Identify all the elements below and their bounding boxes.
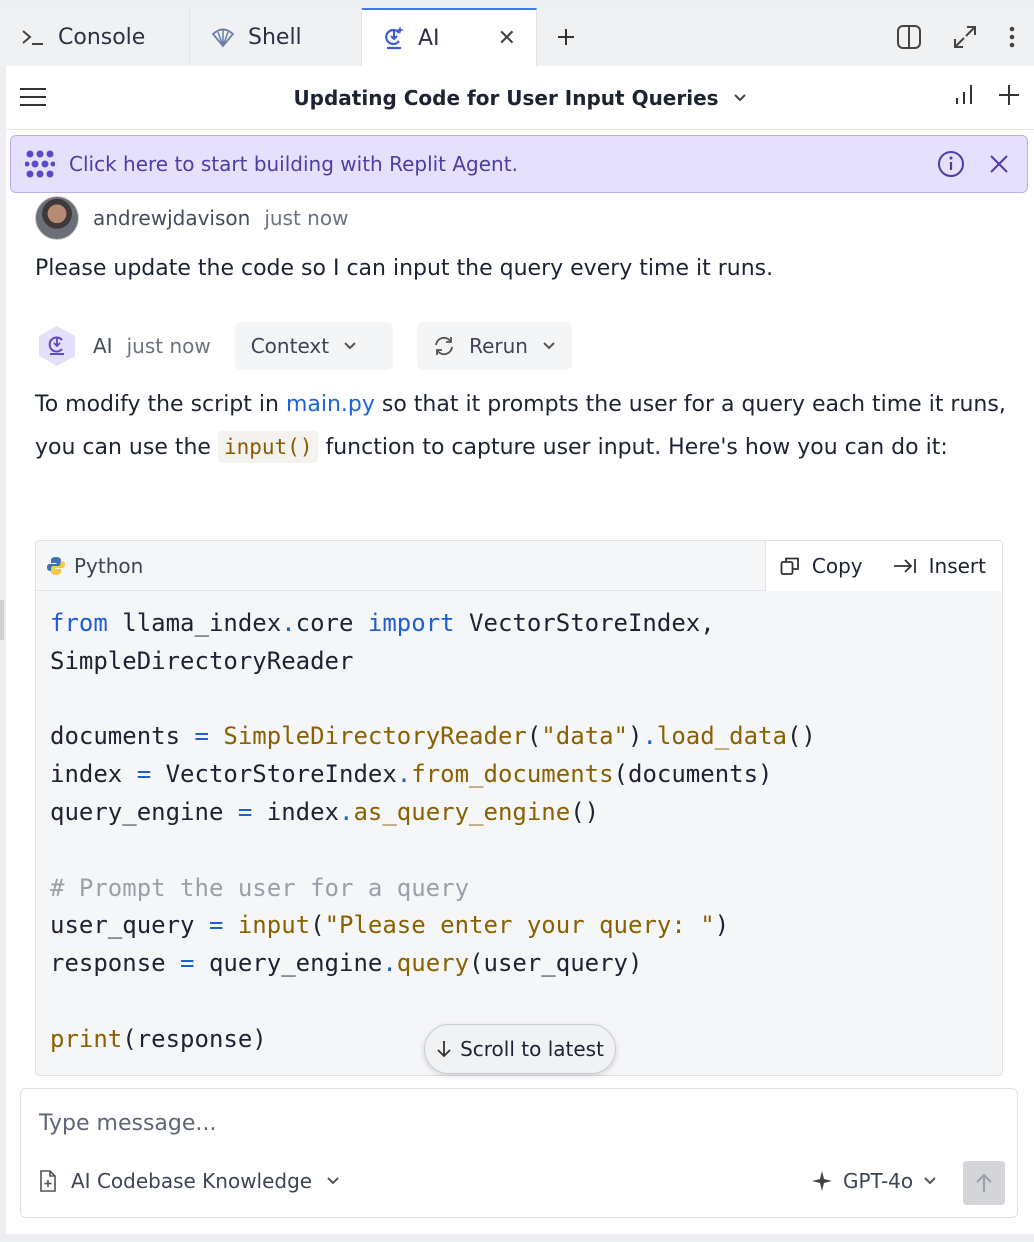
info-icon[interactable] (937, 150, 965, 178)
chevron-down-icon (733, 94, 746, 102)
arrow-down-icon (437, 1041, 451, 1058)
code-block: Python Copy Insert from llama_index.core… (35, 540, 1003, 1076)
tab-console[interactable]: Console (0, 8, 190, 66)
copy-icon (780, 557, 799, 575)
tab-ai-label: AI (418, 25, 440, 51)
chat-header: Updating Code for User Input Queries (6, 66, 1034, 130)
agent-logo-icon (25, 149, 55, 179)
file-icon (40, 1170, 56, 1192)
context-dropdown[interactable]: Context (234, 322, 394, 370)
usage-chart-icon[interactable] (954, 84, 974, 106)
code-block-header: Python Copy Insert (36, 541, 1002, 591)
python-icon (46, 556, 66, 576)
ai-name: AI (93, 334, 113, 358)
ai-text-part: To modify the script in (35, 392, 286, 417)
tab-bar: Console Shell AI ✕ (0, 8, 1034, 66)
ai-message-header: AI just now Context Rerun (35, 322, 572, 370)
copy-button[interactable]: Copy (780, 554, 863, 578)
message-composer: AI Codebase Knowledge GPT-4o (20, 1088, 1018, 1218)
ai-avatar-icon (35, 324, 79, 368)
tab-shell[interactable]: Shell (190, 8, 362, 66)
scroll-to-latest-button[interactable]: Scroll to latest (424, 1024, 616, 1074)
copy-label: Copy (811, 553, 863, 578)
chevron-down-icon (344, 342, 356, 350)
refresh-icon (435, 336, 453, 356)
chat-title-dropdown[interactable]: Updating Code for User Input Queries (6, 66, 1034, 130)
chevron-down-icon (924, 1177, 936, 1185)
rerun-dropdown[interactable]: Rerun (417, 322, 572, 370)
ai-panel: Updating Code for User Input Queries Cli… (6, 66, 1034, 1234)
split-pane-icon[interactable] (896, 24, 922, 50)
scroll-latest-label: Scroll to latest (460, 1037, 604, 1061)
message-input[interactable] (39, 1103, 939, 1143)
banner-text: Click here to start building with Replit… (69, 152, 518, 176)
insert-icon (893, 558, 916, 573)
resize-handle[interactable] (0, 600, 4, 640)
close-banner-icon[interactable] (989, 154, 1009, 174)
inline-code: input() (217, 431, 319, 463)
user-message-header: andrewjdavison just now (35, 196, 348, 240)
tab-console-label: Console (58, 24, 146, 50)
sparkle-icon (812, 1171, 832, 1191)
insert-label: Insert (928, 553, 986, 578)
ai-message-time: just now (126, 334, 211, 358)
plus-icon (558, 29, 574, 45)
terminal-icon (20, 26, 46, 48)
tab-ai[interactable]: AI ✕ (362, 8, 537, 66)
username[interactable]: andrewjdavison (93, 206, 250, 230)
tab-shell-label: Shell (248, 24, 302, 50)
more-options-icon[interactable] (1008, 25, 1016, 49)
user-message-text: Please update the code so I can input th… (35, 256, 774, 281)
chevron-down-icon (543, 342, 555, 350)
model-selector[interactable]: GPT-4o (811, 1169, 937, 1193)
add-tab-button[interactable] (537, 8, 595, 66)
model-label: GPT-4o (843, 1169, 914, 1193)
page-title: Updating Code for User Input Queries (293, 86, 719, 110)
new-chat-icon[interactable] (998, 84, 1020, 106)
code-content[interactable]: from llama_index.core import VectorStore… (36, 591, 1002, 1059)
send-button[interactable] (963, 1161, 1005, 1205)
insert-button[interactable]: Insert (893, 554, 986, 578)
context-label: Context (250, 334, 330, 358)
ai-message-text: To modify the script in main.py so that … (35, 384, 1015, 469)
knowledge-dropdown[interactable]: AI Codebase Knowledge (39, 1169, 340, 1193)
expand-icon[interactable] (952, 24, 978, 50)
ai-icon (382, 25, 406, 51)
menu-icon[interactable] (19, 86, 47, 108)
knowledge-label: AI Codebase Knowledge (71, 1169, 313, 1193)
chevron-down-icon (327, 1177, 339, 1185)
shell-icon (210, 25, 236, 49)
close-tab-icon[interactable]: ✕ (498, 26, 516, 51)
avatar[interactable] (35, 196, 79, 240)
agent-banner[interactable]: Click here to start building with Replit… (10, 135, 1028, 193)
rerun-label: Rerun (469, 334, 528, 358)
code-language: Python (74, 553, 144, 578)
file-link[interactable]: main.py (286, 392, 375, 417)
message-time: just now (264, 206, 349, 230)
arrow-up-icon (976, 1173, 992, 1192)
ai-text-part: function to capture user input. Here's h… (318, 435, 948, 460)
